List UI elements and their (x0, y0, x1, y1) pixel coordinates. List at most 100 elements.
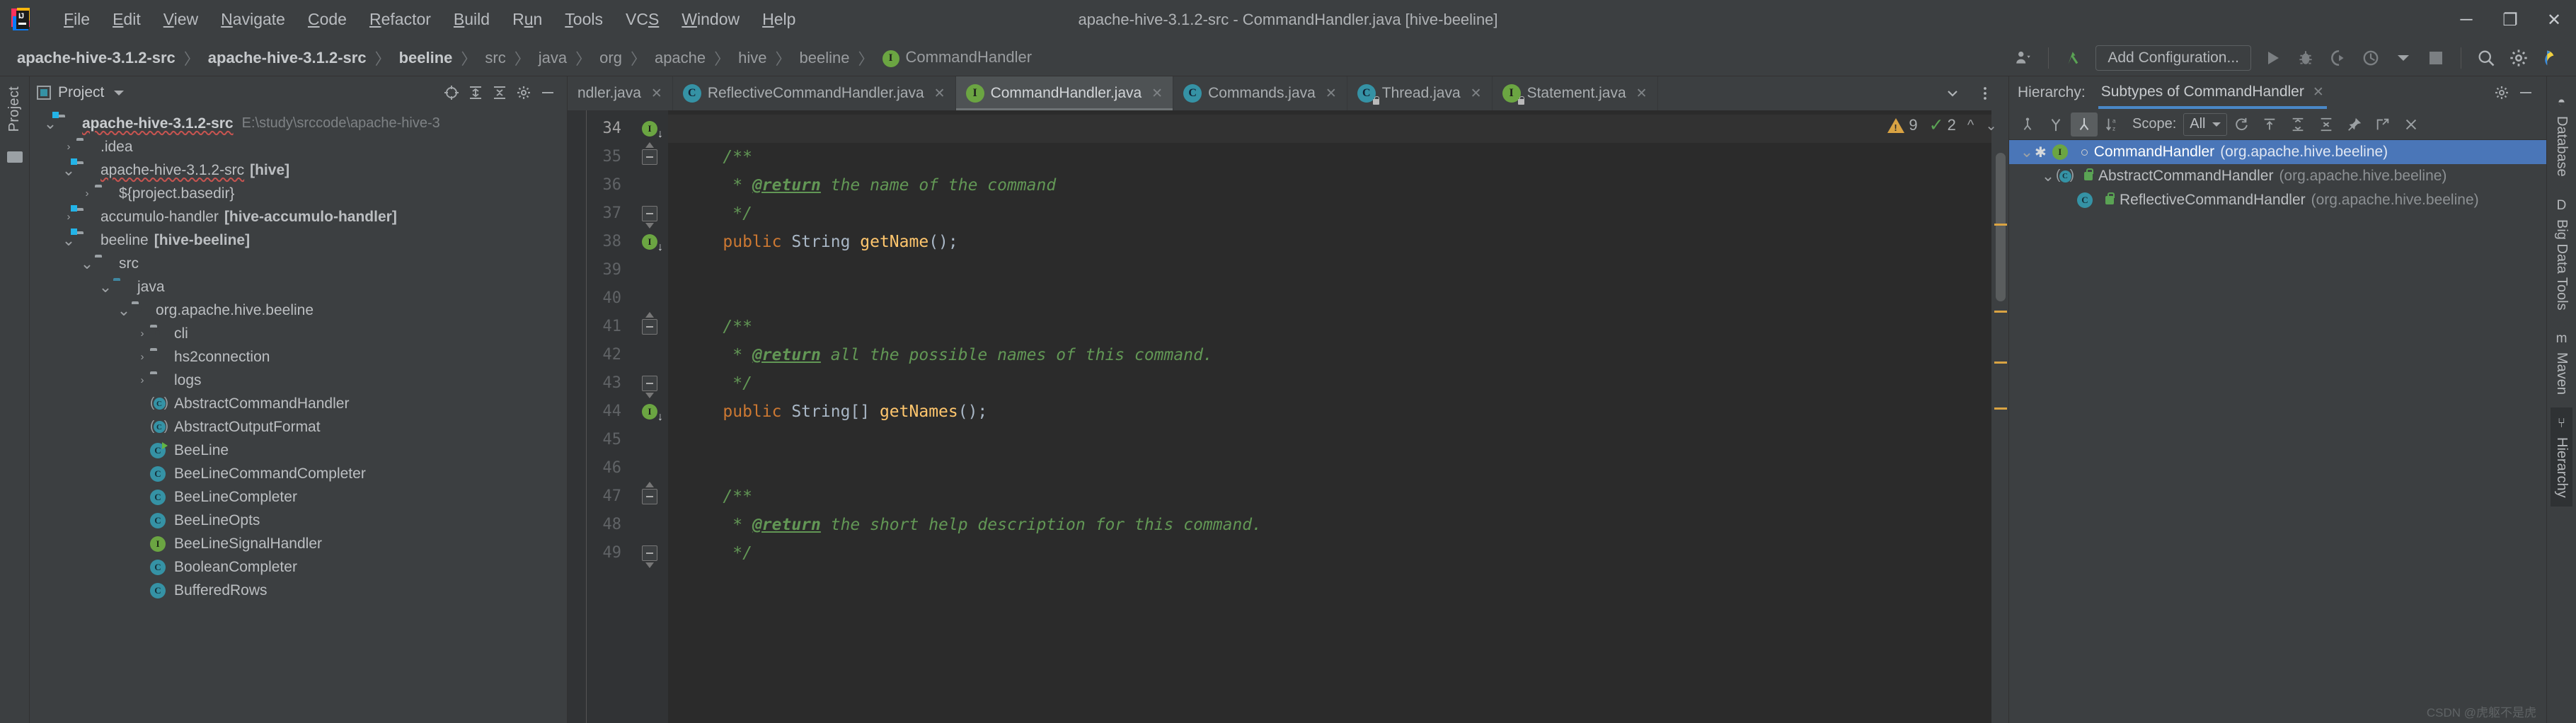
tab-subtypes-hierarchy[interactable]: Subtypes of CommandHandler ✕ (2098, 76, 2327, 109)
close-icon[interactable] (2398, 112, 2425, 137)
breadcrumb-item-6[interactable]: apache (650, 47, 710, 69)
subtypes-hierarchy-icon[interactable] (2071, 112, 2098, 137)
settings-icon[interactable] (2505, 44, 2533, 72)
close-icon[interactable]: ✕ (1471, 86, 1482, 102)
code-line[interactable]: * @return the short help description for… (668, 511, 1991, 539)
user-settings-icon[interactable] (2009, 44, 2037, 72)
sidebar-item-project[interactable]: Project (6, 86, 23, 132)
right-rail-item-big-data-tools[interactable]: D Big Data Tools (2551, 190, 2572, 319)
code-line[interactable]: /** (668, 482, 1991, 511)
sort-alphabetically-icon[interactable]: az (2099, 112, 2126, 137)
fold-end-icon[interactable] (631, 199, 668, 229)
expand-all-icon[interactable] (2284, 112, 2311, 137)
class-hierarchy-icon[interactable] (2042, 112, 2069, 137)
code-content[interactable]: interface CommandHandler { /** * @return… (668, 110, 1991, 723)
menu-item-code[interactable]: Code (297, 8, 358, 31)
menu-item-file[interactable]: File (52, 8, 101, 31)
tree-node[interactable]: ⌄ apache-hive-3.1.2-src E:\study\srccode\a… (30, 111, 567, 135)
chevron-down-icon[interactable] (1938, 79, 1967, 108)
breadcrumb-item-0[interactable]: apache-hive-3.1.2-src (13, 47, 180, 69)
breadcrumb-item-4[interactable]: java (534, 47, 571, 69)
fold-start-icon[interactable] (631, 482, 668, 511)
menu-item-refactor[interactable]: Refactor (358, 8, 442, 31)
tree-node[interactable]: ⌄ org.apache.hive.beeline (30, 299, 567, 322)
chevron-down-icon[interactable]: ⌄ (79, 255, 95, 273)
menu-item-build[interactable]: Build (442, 8, 501, 31)
tree-node[interactable]: C BeeLineCompleter (30, 485, 567, 509)
breadcrumb-item-5[interactable]: org (595, 47, 626, 69)
code-line[interactable]: public String[] getNames(); (668, 398, 1991, 426)
collapse-all-icon[interactable] (2313, 112, 2340, 137)
tree-node[interactable]: C BufferedRows (30, 579, 567, 602)
menu-item-window[interactable]: Window (670, 8, 751, 31)
menu-item-vcs[interactable]: VCS (614, 8, 670, 31)
tree-node[interactable]: C AbstractOutputFormat (30, 415, 567, 439)
search-everywhere-icon[interactable] (2472, 44, 2500, 72)
settings-icon[interactable] (512, 81, 536, 105)
tree-node[interactable]: I BeeLineSignalHandler (30, 532, 567, 555)
editor-tab-0[interactable]: ndler.java ✕ (568, 76, 673, 110)
menu-item-view[interactable]: View (152, 8, 209, 31)
run-with-coverage-icon[interactable] (2324, 44, 2352, 72)
supertypes-hierarchy-icon[interactable] (2014, 112, 2041, 137)
chevron-right-icon[interactable]: › (134, 351, 150, 363)
breadcrumb-item-7[interactable]: hive (734, 47, 771, 69)
implemented-marker-icon[interactable]: I ↓ (631, 228, 668, 256)
breadcrumb-item-2[interactable]: beeline (395, 47, 457, 69)
more-vertical-icon[interactable] (1971, 79, 1999, 108)
chevron-down-icon[interactable]: ⌄ (116, 301, 132, 320)
close-icon[interactable]: ✕ (1636, 86, 1648, 102)
stop-icon[interactable] (2422, 44, 2450, 72)
hierarchy-tree[interactable]: ⌄ ✱ I CommandHandler (org.apache.hive.beelin… (2009, 140, 2546, 723)
hide-icon[interactable] (536, 81, 560, 105)
editor-tab-1[interactable]: C ReflectiveCommandHandler.java ✕ (673, 76, 956, 110)
maximize-button[interactable]: ❐ (2488, 0, 2532, 40)
settings-icon[interactable] (2490, 81, 2514, 105)
menu-item-edit[interactable]: Edit (101, 8, 152, 31)
chevron-right-icon[interactable]: › (134, 374, 150, 386)
fold-start-icon[interactable] (631, 142, 668, 171)
code-line[interactable]: * @return the name of the command (668, 171, 1991, 199)
tree-node[interactable]: ⌄ java (30, 275, 567, 299)
tree-node[interactable]: › cli (30, 322, 567, 345)
export-icon[interactable] (2369, 112, 2396, 137)
tree-node[interactable]: › .idea (30, 135, 567, 158)
chevron-right-icon[interactable]: › (61, 141, 76, 153)
tree-node[interactable]: C BeeLineOpts (30, 509, 567, 532)
implemented-marker-icon[interactable]: I ↓ (631, 115, 668, 143)
right-rail-item-hierarchy[interactable]: ⑂ Hierarchy (2551, 407, 2572, 507)
minimize-button[interactable]: ─ (2444, 0, 2488, 40)
run-icon[interactable] (2259, 44, 2287, 72)
close-icon[interactable]: ✕ (651, 86, 662, 102)
chevron-right-icon[interactable]: › (79, 187, 95, 199)
code-line[interactable] (668, 426, 1991, 454)
fold-end-icon[interactable] (631, 539, 668, 568)
more-dropdown-icon[interactable] (2389, 44, 2417, 72)
editor-scrollbar-thumb[interactable] (1996, 153, 2006, 301)
chevron-down-icon[interactable]: ⌄ (1985, 117, 1997, 134)
chevron-down-icon[interactable]: ⌄ (2040, 167, 2056, 185)
scope-select[interactable]: All (2183, 112, 2227, 136)
chevron-down-icon[interactable] (114, 90, 125, 96)
code-line[interactable]: public String getName(); (668, 228, 1991, 256)
add-configuration-button[interactable]: Add Configuration... (2095, 45, 2251, 71)
menu-item-help[interactable]: Help (751, 8, 807, 31)
right-rail-item-maven[interactable]: m Maven (2551, 323, 2572, 403)
breadcrumb-item-9[interactable]: I CommandHandler (878, 47, 1037, 68)
editor-tab-2[interactable]: I CommandHandler.java ✕ (955, 76, 1174, 110)
close-icon[interactable]: ✕ (934, 86, 945, 102)
chevron-down-icon[interactable]: ⌄ (2019, 143, 2035, 161)
close-button[interactable]: ✕ (2532, 0, 2576, 40)
hierarchy-node[interactable]: ⌄ ✱ I CommandHandler (org.apache.hive.beelin… (2009, 140, 2546, 164)
tree-node[interactable]: ⌄ apache-hive-3.1.2-src [hive] (30, 158, 567, 182)
tree-node[interactable]: › ${project.basedir} (30, 182, 567, 205)
code-line[interactable] (668, 256, 1991, 284)
sidebar-item-structure[interactable] (6, 147, 23, 167)
editor-tab-4[interactable]: C Thread.java ✕ (1347, 76, 1493, 110)
close-icon[interactable]: ✕ (1151, 86, 1163, 102)
breadcrumb-item-3[interactable]: src (481, 47, 510, 69)
chevron-right-icon[interactable]: › (61, 211, 76, 223)
vcs-update-icon[interactable] (2059, 44, 2088, 72)
tree-node[interactable]: › logs (30, 369, 567, 392)
editor-glyph-gutter[interactable]: I ↓ I ↓ I ↓ (586, 110, 668, 723)
